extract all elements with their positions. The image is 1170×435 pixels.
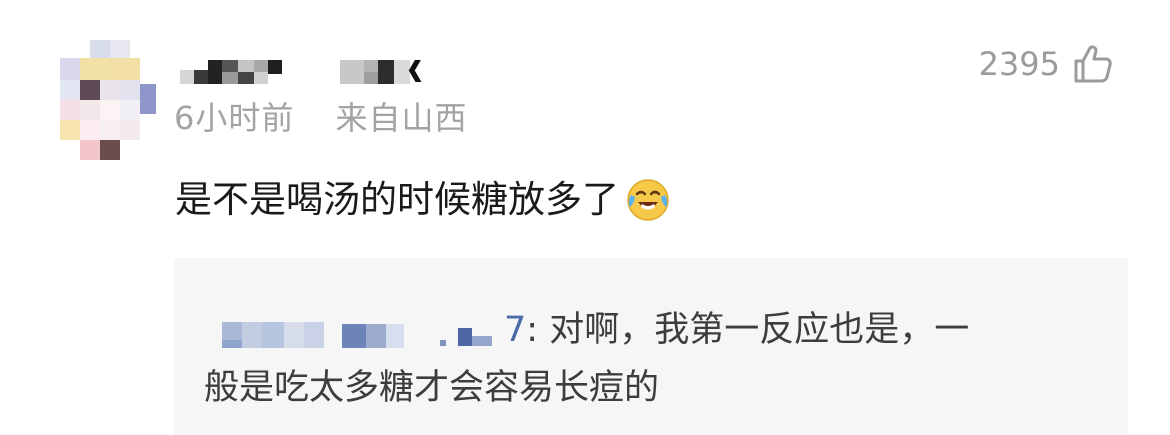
like-button[interactable]: 2395	[979, 44, 1114, 84]
avatar[interactable]	[60, 40, 160, 160]
comment-meta: 6小时前 来自山西	[174, 98, 468, 138]
reply-author-masked[interactable]	[212, 318, 512, 352]
username-masked[interactable]	[180, 58, 450, 88]
time-ago: 6小时前	[174, 99, 295, 137]
location-label: 来自山西	[335, 99, 468, 137]
reply-author-suffix[interactable]: 7	[504, 310, 526, 350]
reply-text-line-2: 般是吃太多糖才会容易长痘的	[204, 368, 660, 408]
comment-body: 是不是喝汤的时候糖放多了	[175, 178, 619, 221]
thumbs-up-icon[interactable]	[1072, 44, 1114, 84]
comment-card: 6小时前 来自山西 2395 是不是喝汤的时候糖放多了 7: 对啊，我第一反应也…	[0, 0, 1170, 435]
reply-box[interactable]: 7: 对啊，我第一反应也是，一 般是吃太多糖才会容易长痘的	[174, 258, 1128, 435]
comment-text: 是不是喝汤的时候糖放多了	[175, 176, 671, 224]
reply-text: : 对啊，我第一反应也是，一	[526, 310, 970, 350]
laugh-cry-emoji-icon	[627, 179, 669, 221]
like-count: 2395	[978, 45, 1060, 83]
reply-text-line-1: 7: 对啊，我第一反应也是，一	[504, 306, 969, 354]
